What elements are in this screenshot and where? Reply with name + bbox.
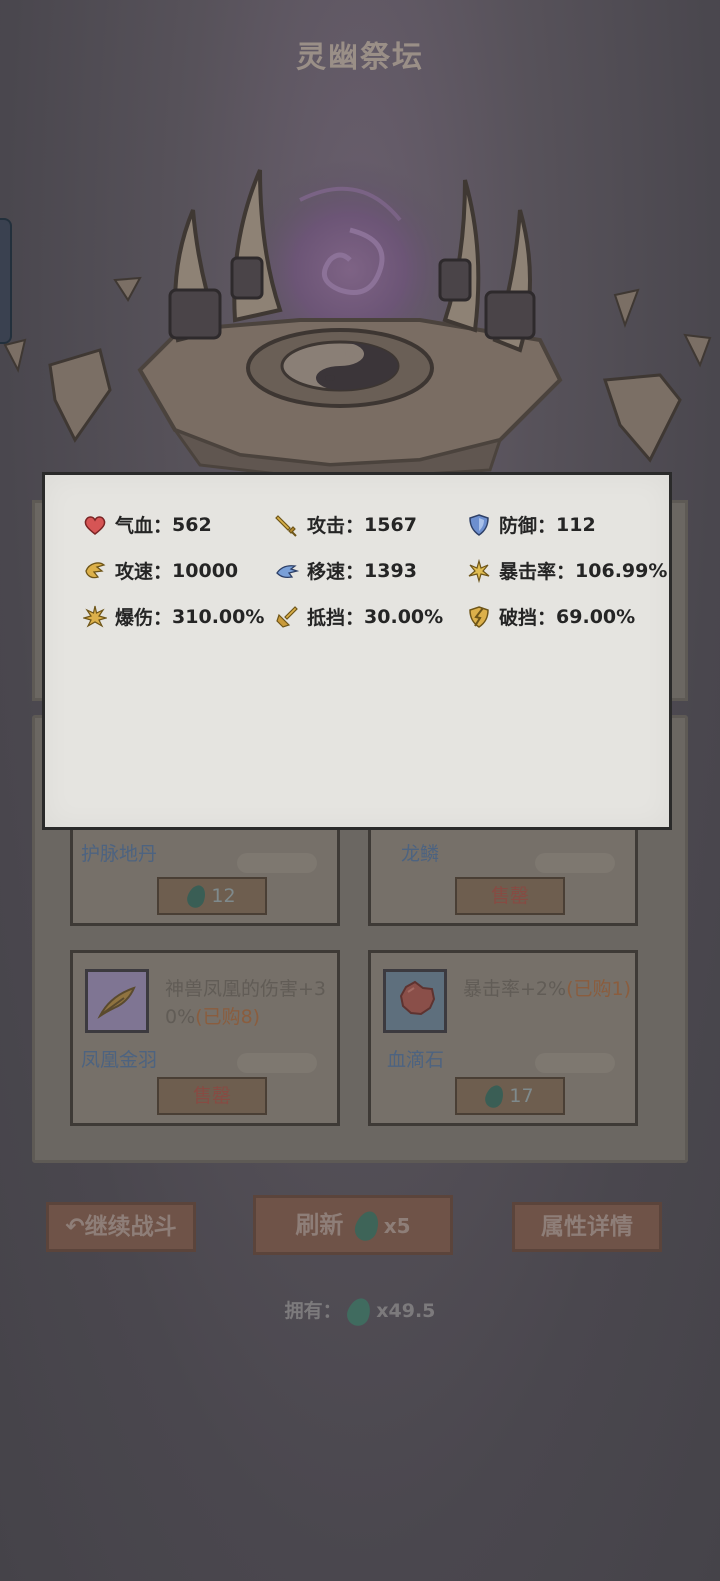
item-name: 凤凰金羽 — [81, 1049, 158, 1071]
refresh-label: 刷新 — [295, 1211, 344, 1239]
stat-hp: 气血： 562 — [83, 511, 212, 538]
cloud-decoration — [237, 1053, 317, 1073]
continue-battle-button[interactable]: ↶继续战斗 — [46, 1202, 196, 1252]
cloud-decoration — [237, 853, 317, 873]
buy-button[interactable]: 17 — [455, 1077, 565, 1115]
owned-label: 拥有： — [284, 1300, 342, 1322]
item-name: 血滴石 — [387, 1049, 445, 1071]
attack-speed-icon — [85, 561, 106, 578]
crit-rate-icon — [468, 558, 490, 583]
spirit-egg-icon — [351, 1208, 383, 1244]
move-speed-icon — [276, 564, 299, 578]
spirit-egg-icon — [184, 882, 209, 911]
sold-out-button: 售罄 — [455, 877, 565, 915]
altar-illustration — [3, 160, 712, 480]
shield-icon — [469, 513, 489, 536]
stat-separator: ： — [153, 607, 173, 629]
attribute-details-button[interactable]: 属性详情 — [512, 1202, 662, 1252]
stat-separator: ： — [537, 515, 557, 537]
stat-value: 106.99% — [575, 559, 668, 582]
stat-value: 310.00% — [172, 605, 265, 628]
stat-separator: ： — [345, 561, 365, 583]
item-icon-box — [383, 969, 447, 1033]
owned-value: x49.5 — [376, 1300, 436, 1322]
stat-block-break: 破挡： 69.00% — [467, 603, 635, 630]
stat-label: 移速 — [307, 561, 346, 583]
purchase-count: (已购1) — [566, 978, 631, 1000]
item-description: 暴击率+2%(已购1) — [463, 975, 633, 1003]
shop-card-3[interactable]: 神兽凤凰的伤害+30%(已购8) 凤凰金羽 售罄 — [70, 950, 340, 1126]
stat-label: 气血 — [115, 515, 154, 537]
purchase-count: (已购8) — [195, 1006, 261, 1028]
item-effect: 暴击率+2% — [463, 978, 567, 1000]
cloud-decoration — [535, 853, 615, 873]
phoenix-feather-icon — [97, 986, 136, 1019]
spirit-egg-icon — [482, 1082, 507, 1111]
stats-popup[interactable]: 气血： 562 攻击： 1567 防御： 112 攻速： 10000 移速： 1393 暴… — [42, 472, 672, 830]
back-arrow-icon: ↶ — [65, 1214, 85, 1240]
shop-card-4[interactable]: 暴击率+2%(已购1) 血滴石 17 — [368, 950, 638, 1126]
stat-value: 1567 — [364, 513, 417, 536]
refresh-cost: x5 — [383, 1214, 411, 1238]
continue-label: 继续战斗 — [84, 1214, 177, 1240]
sold-out-button: 售罄 — [157, 1077, 267, 1115]
stat-separator: ： — [345, 515, 365, 537]
stat-attack-speed: 攻速： 10000 — [83, 557, 238, 584]
stat-label: 抵挡 — [307, 607, 346, 629]
stat-label: 爆伤 — [115, 607, 154, 629]
block-icon — [276, 605, 298, 628]
heart-icon — [84, 515, 106, 535]
cloud-decoration — [535, 1053, 615, 1073]
stat-label: 攻击 — [307, 515, 346, 537]
refresh-button[interactable]: 刷新 x5 — [253, 1195, 453, 1255]
buy-button[interactable]: 12 — [157, 877, 267, 915]
stat-attack: 攻击： 1567 — [275, 511, 417, 538]
stat-value: 562 — [172, 513, 212, 536]
sword-icon — [275, 514, 297, 537]
stat-separator: ： — [345, 607, 365, 629]
stat-value: 30.00% — [364, 605, 444, 628]
stat-separator: ： — [153, 515, 173, 537]
stat-value: 10000 — [172, 559, 239, 582]
stat-block: 抵挡： 30.00% — [275, 603, 443, 630]
page-title: 灵幽祭坛 — [296, 40, 424, 75]
stat-value: 69.00% — [556, 605, 636, 628]
price-label: 17 — [509, 1085, 534, 1107]
stat-label: 攻速 — [115, 561, 154, 583]
spirit-egg-icon — [344, 1294, 375, 1329]
stat-separator: ： — [556, 561, 576, 583]
stat-separator: ： — [153, 561, 173, 583]
blood-stone-icon — [399, 980, 436, 1016]
item-name: 龙鳞 — [401, 843, 440, 865]
stat-label: 防御 — [499, 515, 538, 537]
crit-damage-icon — [83, 605, 107, 628]
owned-currency: 拥有： x49.5 — [0, 1294, 720, 1329]
block-break-icon — [469, 605, 489, 628]
stat-separator: ： — [537, 607, 557, 629]
stat-move-speed: 移速： 1393 — [275, 557, 417, 584]
stat-value: 1393 — [364, 559, 417, 582]
item-description: 神兽凤凰的伤害+30%(已购8) — [165, 975, 335, 1031]
item-icon-box — [85, 969, 149, 1033]
item-name: 护脉地丹 — [81, 843, 158, 865]
price-label: 12 — [211, 885, 236, 907]
stat-label: 破挡 — [499, 607, 538, 629]
stat-label: 暴击率 — [499, 561, 557, 583]
stat-crit-damage: 爆伤： 310.00% — [83, 603, 264, 630]
stat-value: 112 — [556, 513, 596, 536]
stat-defense: 防御： 112 — [467, 511, 596, 538]
stat-crit-rate: 暴击率： 106.99% — [467, 557, 667, 584]
